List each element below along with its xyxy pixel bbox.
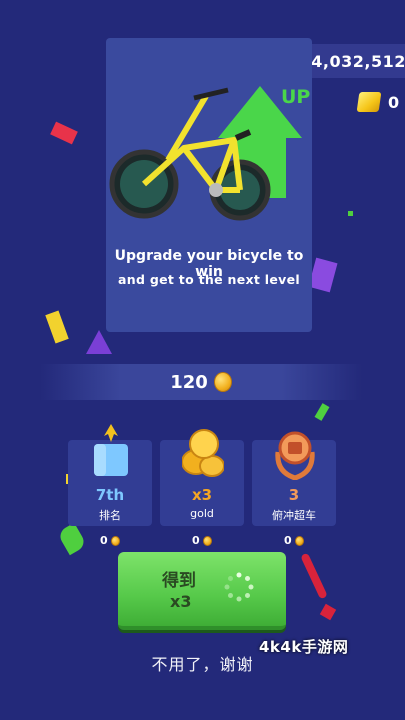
rank-label: 排名 — [99, 509, 121, 522]
coin-icon — [110, 535, 120, 546]
claim-button-multiplier: x3 — [170, 592, 192, 611]
confetti-star-purple — [86, 330, 112, 354]
overtake-label: 俯冲超车 — [272, 509, 316, 522]
confetti-red-2 — [319, 603, 337, 621]
coin-stack-icon — [182, 429, 224, 477]
gold-card: x3 gold — [160, 429, 244, 526]
upgrade-subtitle: and get to the next level — [118, 272, 300, 287]
overtake-count: 3 — [288, 486, 300, 504]
confetti-green-2 — [314, 403, 330, 421]
confetti-yellow — [45, 310, 69, 344]
upgrade-bicycle-card[interactable]: UP Upgrade your bicycle to win and get t… — [106, 38, 312, 332]
dive-overtake-card: 3 俯冲超车 — [252, 431, 336, 526]
coin-icon — [294, 535, 304, 546]
gem-balance: 0 — [356, 92, 400, 112]
trophy-cup-icon — [94, 424, 128, 476]
confetti-purple — [308, 257, 338, 293]
laurel-badge-icon — [275, 431, 315, 480]
confetti-red — [50, 121, 78, 145]
reward-amount-bar: 120 — [40, 364, 362, 400]
claim-x3-button[interactable]: 得到 x3 — [118, 552, 286, 630]
watermark: 4k4k手游网 — [259, 638, 349, 656]
confetti-green-4 — [348, 211, 353, 216]
confetti-green — [56, 522, 88, 556]
coin-icon — [213, 372, 232, 392]
up-label: UP — [281, 86, 311, 108]
rank-coin-reward: 0 — [100, 534, 120, 547]
gold-coin-reward: 0 — [192, 534, 212, 547]
overtake-coin-value: 0 — [284, 534, 292, 547]
gold-label: gold — [190, 507, 214, 520]
rank-coin-value: 0 — [100, 534, 108, 547]
gold-multiplier: x3 — [191, 486, 213, 504]
loading-spinner-icon — [224, 572, 254, 602]
gold-coin-value: 0 — [192, 534, 200, 547]
rank-value: 7th — [95, 486, 125, 504]
coin-icon — [202, 535, 212, 546]
claim-button-label: 得到 — [162, 571, 196, 591]
overtake-coin-reward: 0 — [284, 534, 304, 547]
confetti-red-ribbon — [300, 552, 328, 600]
gem-balance-value: 0 — [388, 92, 400, 112]
gold-bar-icon — [356, 92, 382, 112]
reward-amount: 120 — [170, 371, 208, 393]
rank-card: 7th 排名 — [68, 424, 152, 526]
